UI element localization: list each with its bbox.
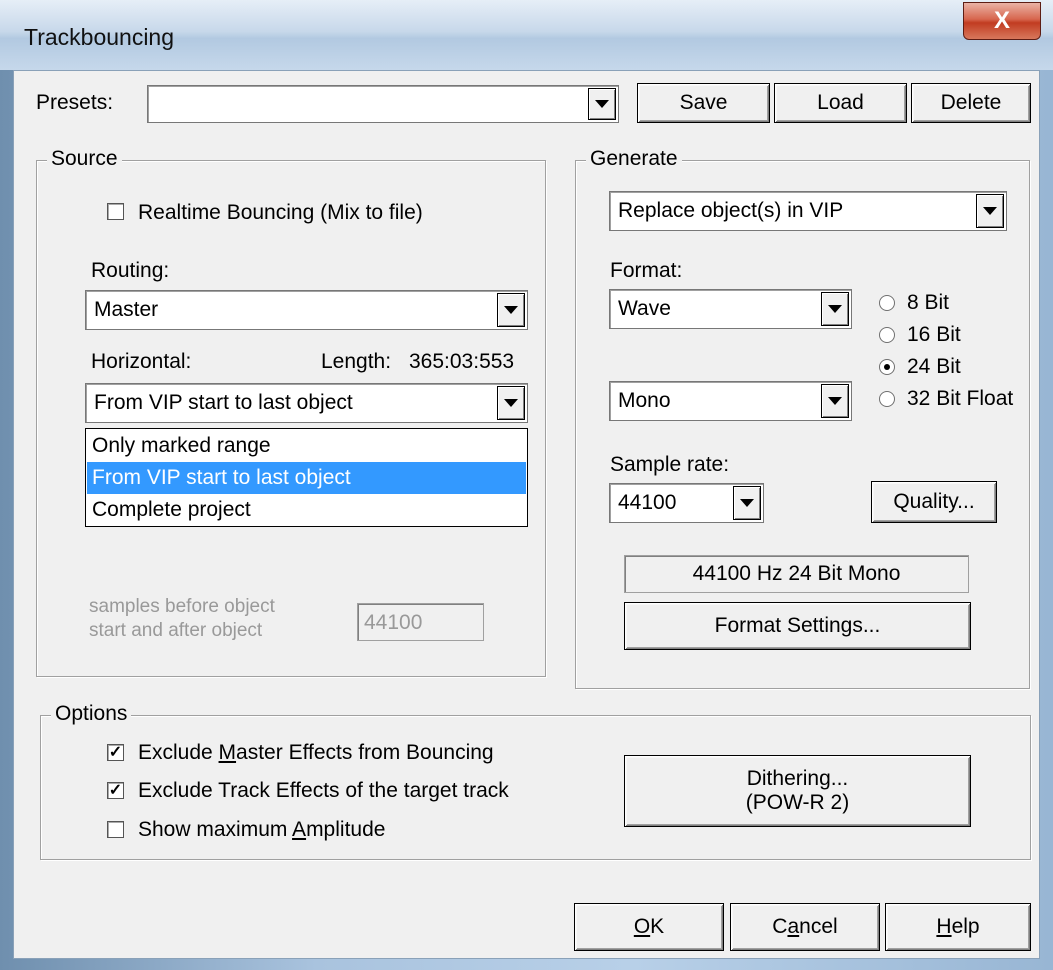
bit-8-label[interactable]: 8 Bit — [907, 291, 949, 315]
save-button[interactable]: Save — [637, 83, 770, 123]
generate-mode-value: Replace object(s) in VIP — [618, 199, 844, 222]
quality-button[interactable]: Quality... — [871, 481, 997, 523]
chevron-down-icon — [983, 207, 997, 215]
close-icon: X — [993, 7, 1010, 34]
chevron-down-icon — [740, 499, 754, 507]
channel-dropdown-button[interactable] — [821, 384, 849, 418]
generate-mode-dropdown-button[interactable] — [976, 194, 1004, 228]
horizontal-dropdown-button[interactable] — [497, 386, 525, 420]
presets-combo[interactable] — [147, 85, 619, 123]
dithering-button[interactable]: Dithering... (POW-R 2) — [624, 755, 971, 827]
ok-button[interactable]: OK — [574, 903, 724, 951]
list-item[interactable]: Complete project — [87, 494, 526, 526]
channel-value: Mono — [618, 389, 671, 412]
routing-dropdown-button[interactable] — [497, 293, 525, 327]
title-bar[interactable]: Trackbouncing X — [0, 0, 1053, 70]
bit-32-float-label[interactable]: 32 Bit Float — [907, 387, 1013, 411]
cancel-button[interactable]: Ca ncel — [730, 903, 880, 951]
realtime-checkbox[interactable] — [107, 203, 124, 220]
presets-dropdown-button[interactable] — [588, 88, 616, 120]
chevron-down-icon — [595, 100, 609, 108]
bit-24-radio[interactable] — [879, 359, 895, 375]
dialog-client: Presets: Save Load Delete Source Realtim… — [13, 70, 1040, 959]
exclude-master-label[interactable]: Exclude Master Effects from Bouncing — [138, 741, 494, 765]
samples-label-line2: start and after object — [89, 620, 263, 641]
horizontal-combo[interactable]: From VIP start to last object — [85, 383, 528, 423]
chevron-down-icon — [828, 397, 842, 405]
routing-label: Routing: — [91, 259, 170, 282]
show-amplitude-checkbox[interactable] — [107, 821, 124, 838]
format-label: Format: — [610, 259, 683, 282]
format-dropdown-button[interactable] — [821, 292, 849, 326]
format-combo[interactable]: Wave — [609, 289, 852, 329]
exclude-track-checkbox[interactable]: ✓ — [107, 782, 124, 799]
realtime-label[interactable]: Realtime Bouncing (Mix to file) — [138, 201, 423, 225]
samples-label-line1: samples before object — [89, 596, 275, 617]
generate-legend: Generate — [586, 147, 682, 171]
exclude-track-label[interactable]: Exclude Track Effects of the target trac… — [138, 779, 509, 803]
chevron-down-icon — [504, 399, 518, 407]
exclude-master-checkbox[interactable]: ✓ — [107, 744, 124, 761]
bit-32-float-radio[interactable] — [879, 391, 895, 407]
sample-rate-value: 44100 — [618, 491, 677, 514]
format-summary: 44100 Hz 24 Bit Mono — [624, 555, 969, 593]
sample-rate-dropdown-button[interactable] — [733, 486, 761, 520]
list-item[interactable]: Only marked range — [87, 430, 526, 462]
bit-24-label[interactable]: 24 Bit — [907, 355, 961, 379]
options-legend: Options — [51, 702, 132, 726]
bit-16-radio[interactable] — [879, 327, 895, 343]
generate-mode-combo[interactable]: Replace object(s) in VIP — [609, 191, 1007, 231]
format-settings-button[interactable]: Format Settings... — [624, 602, 971, 650]
bit-16-label[interactable]: 16 Bit — [907, 323, 961, 347]
chevron-down-icon — [828, 305, 842, 313]
channel-combo[interactable]: Mono — [609, 381, 852, 421]
list-item[interactable]: From VIP start to last object — [87, 462, 526, 494]
dithering-line2: (POW-R 2) — [745, 791, 850, 814]
window-title: Trackbouncing — [24, 24, 175, 50]
horizontal-value: From VIP start to last object — [94, 391, 353, 414]
horizontal-options-list: Only marked range From VIP start to last… — [85, 428, 528, 527]
bit-8-radio[interactable] — [879, 295, 895, 311]
routing-combo[interactable]: Master — [85, 290, 528, 330]
delete-button[interactable]: Delete — [911, 83, 1031, 123]
sample-rate-label: Sample rate: — [610, 453, 730, 476]
help-button[interactable]: Help — [885, 903, 1031, 951]
format-value: Wave — [618, 297, 671, 320]
load-button[interactable]: Load — [774, 83, 907, 123]
close-button[interactable]: X — [963, 2, 1041, 40]
samples-input[interactable]: 44100 — [357, 603, 484, 641]
horizontal-label: Horizontal: — [91, 350, 192, 373]
source-legend: Source — [47, 147, 122, 171]
show-amplitude-label[interactable]: Show maximum Amplitude — [138, 818, 385, 842]
chevron-down-icon — [504, 306, 518, 314]
length-value: 365:03:553 — [409, 350, 515, 373]
dithering-line1: Dithering... — [746, 767, 849, 790]
samples-value: 44100 — [364, 611, 423, 634]
window-frame: Trackbouncing X Presets: Save Load Delet… — [0, 0, 1053, 970]
routing-value: Master — [94, 298, 159, 321]
length-label: Length: — [321, 350, 392, 373]
sample-rate-combo[interactable]: 44100 — [609, 483, 764, 523]
presets-label: Presets: — [36, 91, 114, 114]
